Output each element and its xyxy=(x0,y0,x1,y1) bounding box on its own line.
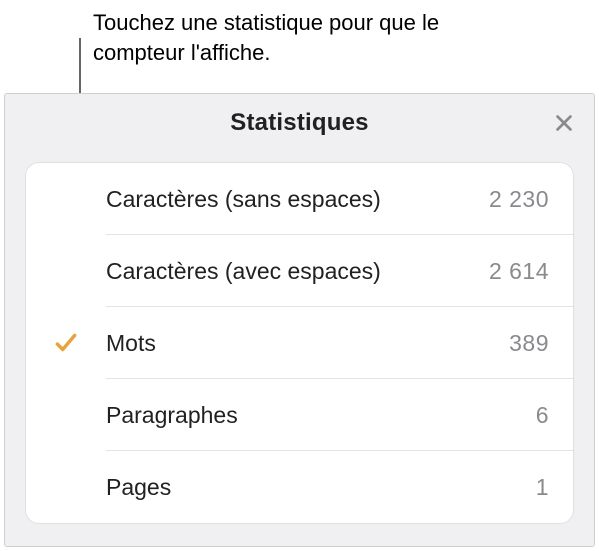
stat-value: 6 xyxy=(536,402,573,429)
close-icon xyxy=(553,112,575,134)
check-column xyxy=(26,330,106,356)
stat-row-pages[interactable]: Pages 1 xyxy=(26,451,573,523)
panel-title: Statistiques xyxy=(230,109,368,137)
stat-value: 1 xyxy=(536,474,573,501)
stat-value: 389 xyxy=(509,330,573,357)
stat-label: Pages xyxy=(106,474,536,501)
stat-value: 2 230 xyxy=(489,186,573,213)
stat-label: Caractères (avec espaces) xyxy=(106,258,489,285)
stat-label: Paragraphes xyxy=(106,402,536,429)
checkmark-icon xyxy=(53,330,79,356)
close-button[interactable] xyxy=(548,107,580,139)
stat-value: 2 614 xyxy=(489,258,573,285)
statistics-panel: Statistiques Caractères (sans espaces) 2… xyxy=(4,93,595,547)
panel-header: Statistiques xyxy=(5,94,594,152)
statistics-list: Caractères (sans espaces) 2 230 Caractèr… xyxy=(25,162,574,524)
stat-row-characters-no-spaces[interactable]: Caractères (sans espaces) 2 230 xyxy=(26,163,573,235)
stat-label: Mots xyxy=(106,330,509,357)
stat-row-paragraphs[interactable]: Paragraphes 6 xyxy=(26,379,573,451)
callout-text: Touchez une statistique pour que le comp… xyxy=(93,8,493,67)
stat-row-words[interactable]: Mots 389 xyxy=(26,307,573,379)
stat-label: Caractères (sans espaces) xyxy=(106,186,489,213)
stat-row-characters-with-spaces[interactable]: Caractères (avec espaces) 2 614 xyxy=(26,235,573,307)
